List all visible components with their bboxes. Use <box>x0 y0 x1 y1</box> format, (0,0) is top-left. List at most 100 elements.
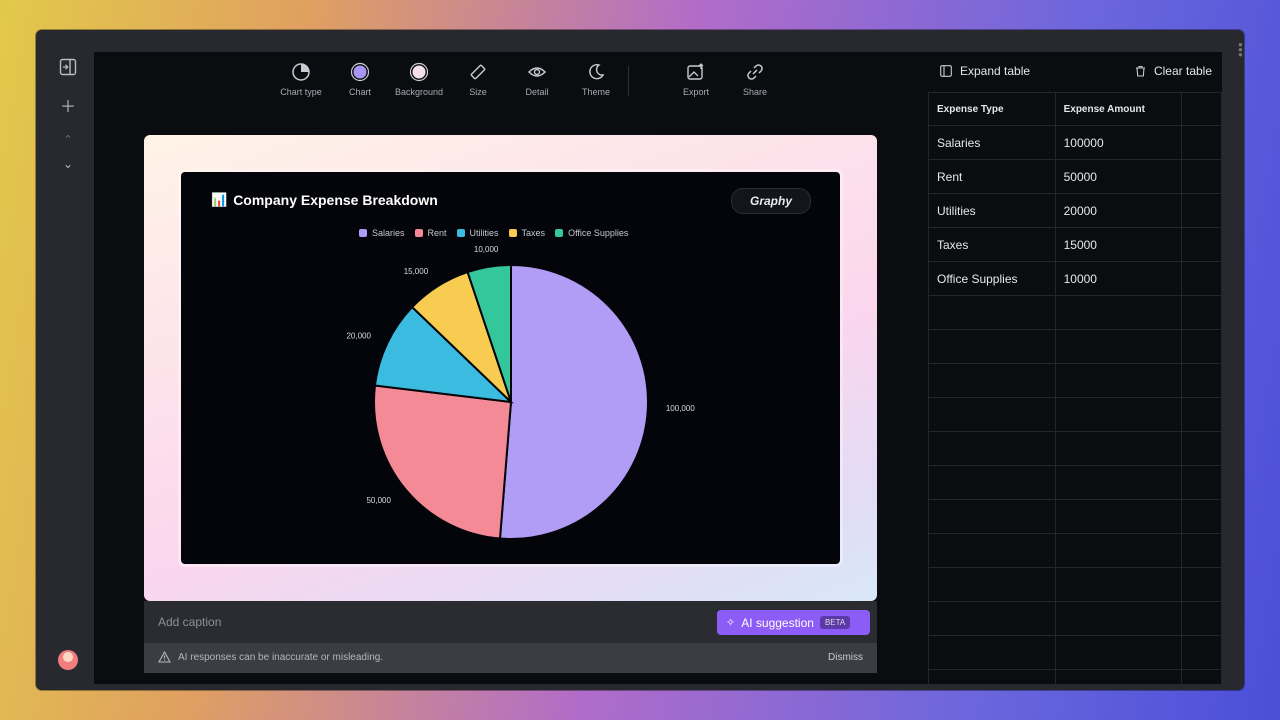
table-cell[interactable] <box>1054 567 1183 602</box>
column-header-empty[interactable] <box>1181 92 1222 126</box>
table-cell[interactable] <box>1181 635 1222 670</box>
table-cell[interactable] <box>1181 295 1222 330</box>
table-row: Taxes 15000 <box>928 227 1222 262</box>
toggle-sidebar-icon[interactable] <box>56 55 80 79</box>
tool-label: Export <box>682 87 709 97</box>
table-cell[interactable] <box>928 499 1056 534</box>
table-cell[interactable] <box>928 533 1056 568</box>
column-header[interactable]: Expense Type <box>928 92 1056 126</box>
table-cell[interactable] <box>928 567 1056 602</box>
table-cell[interactable] <box>1181 397 1222 432</box>
detail-button[interactable]: Detail <box>507 62 567 97</box>
chart-card[interactable]: 📊 Company Expense Breakdown Graphy Salar… <box>181 172 840 564</box>
table-row: Salaries 100000 <box>928 125 1222 160</box>
table-cell[interactable]: 20000 <box>1054 193 1183 228</box>
size-button[interactable]: Size <box>448 62 508 97</box>
table-cell[interactable] <box>1054 295 1183 330</box>
table-cell[interactable] <box>1181 601 1222 636</box>
export-button[interactable]: Export <box>666 62 726 97</box>
table-cell[interactable] <box>1181 431 1222 466</box>
image-export-icon <box>687 63 704 80</box>
table-cell[interactable] <box>1181 533 1222 568</box>
table-cell[interactable] <box>1054 465 1183 500</box>
table-cell[interactable]: Taxes <box>928 227 1056 262</box>
table-cell[interactable] <box>1054 329 1183 364</box>
table-cell[interactable] <box>1181 159 1222 194</box>
table-row <box>928 363 1222 398</box>
sparkle-icon: ✧ <box>726 617 736 629</box>
table-cell[interactable] <box>1181 261 1222 296</box>
expand-table-button[interactable]: Expand table <box>940 64 1030 78</box>
caption-input[interactable]: Add caption <box>158 615 221 629</box>
chart-color-button[interactable]: Chart <box>330 62 390 97</box>
window-menu-icon[interactable]: ● ● ● <box>1238 41 1243 59</box>
ai-notice-bar: AI responses can be inaccurate or mislea… <box>144 643 877 673</box>
table-cell[interactable] <box>928 295 1056 330</box>
table-cell[interactable] <box>1054 533 1183 568</box>
table-cell[interactable] <box>1054 601 1183 636</box>
table-cell[interactable] <box>1181 499 1222 534</box>
ai-suggestion-label: AI suggestion <box>741 615 814 630</box>
table-cell[interactable]: Rent <box>928 159 1056 194</box>
moon-icon <box>589 63 605 80</box>
pie-slice-salaries[interactable] <box>498 263 649 540</box>
ai-suggestion-button[interactable]: ✧ AI suggestion BETA <box>717 610 870 635</box>
table-cell[interactable] <box>1054 499 1183 534</box>
theme-button[interactable]: Theme <box>566 62 626 97</box>
table-cell[interactable] <box>928 431 1056 466</box>
chevron-down-icon[interactable]: ⌄ <box>56 152 80 176</box>
table-cell[interactable] <box>1181 363 1222 398</box>
chart-type-button[interactable]: Chart type <box>271 62 331 97</box>
table-cell[interactable] <box>1054 669 1183 690</box>
table-cell[interactable] <box>1181 125 1222 160</box>
table-cell[interactable] <box>1181 567 1222 602</box>
table-cell[interactable]: 50000 <box>1054 159 1183 194</box>
table-row <box>928 635 1222 670</box>
beta-badge: BETA <box>819 616 851 629</box>
pie-chart-icon <box>292 63 310 81</box>
table-cell[interactable]: 100000 <box>1054 125 1183 160</box>
table-cell[interactable] <box>928 601 1056 636</box>
avatar[interactable] <box>58 650 78 670</box>
table-cell[interactable] <box>1054 431 1183 466</box>
table-cell[interactable]: 10000 <box>1054 261 1183 296</box>
table-cell[interactable] <box>1181 329 1222 364</box>
table-cell[interactable]: Office Supplies <box>928 261 1056 296</box>
expand-table-icon <box>940 65 952 77</box>
table-cell[interactable] <box>928 397 1056 432</box>
eye-icon <box>528 67 546 77</box>
table-cell[interactable] <box>928 329 1056 364</box>
table-cell[interactable] <box>928 465 1056 500</box>
tool-label: Chart type <box>280 87 322 97</box>
share-button[interactable]: Share <box>725 62 785 97</box>
tool-label: Share <box>742 87 768 97</box>
table-row <box>928 295 1222 330</box>
data-label: 15,000 <box>404 267 429 276</box>
table-cell[interactable] <box>928 363 1056 398</box>
table-cell[interactable]: 15000 <box>1054 227 1183 262</box>
toolbar-divider <box>628 66 629 96</box>
table-cell[interactable] <box>1054 397 1183 432</box>
app-window: ＋ ⌃ ⌄ Chart type Chart Background Size D… <box>36 30 1244 690</box>
column-header[interactable]: Expense Amount <box>1054 92 1183 126</box>
clear-table-button[interactable]: Clear table <box>1135 64 1212 78</box>
table-cell[interactable] <box>1181 193 1222 228</box>
table-cell[interactable]: Salaries <box>928 125 1056 160</box>
trash-icon <box>1135 65 1145 77</box>
table-cell[interactable]: Utilities <box>928 193 1056 228</box>
chart-canvas: 📊 Company Expense Breakdown Graphy Salar… <box>144 135 877 601</box>
table-cell[interactable] <box>1181 227 1222 262</box>
table-cell[interactable] <box>928 635 1056 670</box>
table-cell[interactable] <box>1054 363 1183 398</box>
table-cell[interactable] <box>928 669 1056 690</box>
table-cell[interactable] <box>1181 669 1222 690</box>
table-cell[interactable] <box>1181 465 1222 500</box>
table-cell[interactable] <box>1054 635 1183 670</box>
chevron-up-icon[interactable]: ⌃ <box>56 127 80 151</box>
add-icon[interactable]: ＋ <box>56 93 80 117</box>
pie-slice-rent[interactable] <box>373 384 513 540</box>
data-table-panel: Expand table Clear table Expense Type Ex… <box>928 52 1222 690</box>
dismiss-button[interactable]: Dismiss <box>828 652 863 663</box>
background-button[interactable]: Background <box>389 62 449 97</box>
left-rail: ＋ ⌃ ⌄ <box>36 30 94 690</box>
